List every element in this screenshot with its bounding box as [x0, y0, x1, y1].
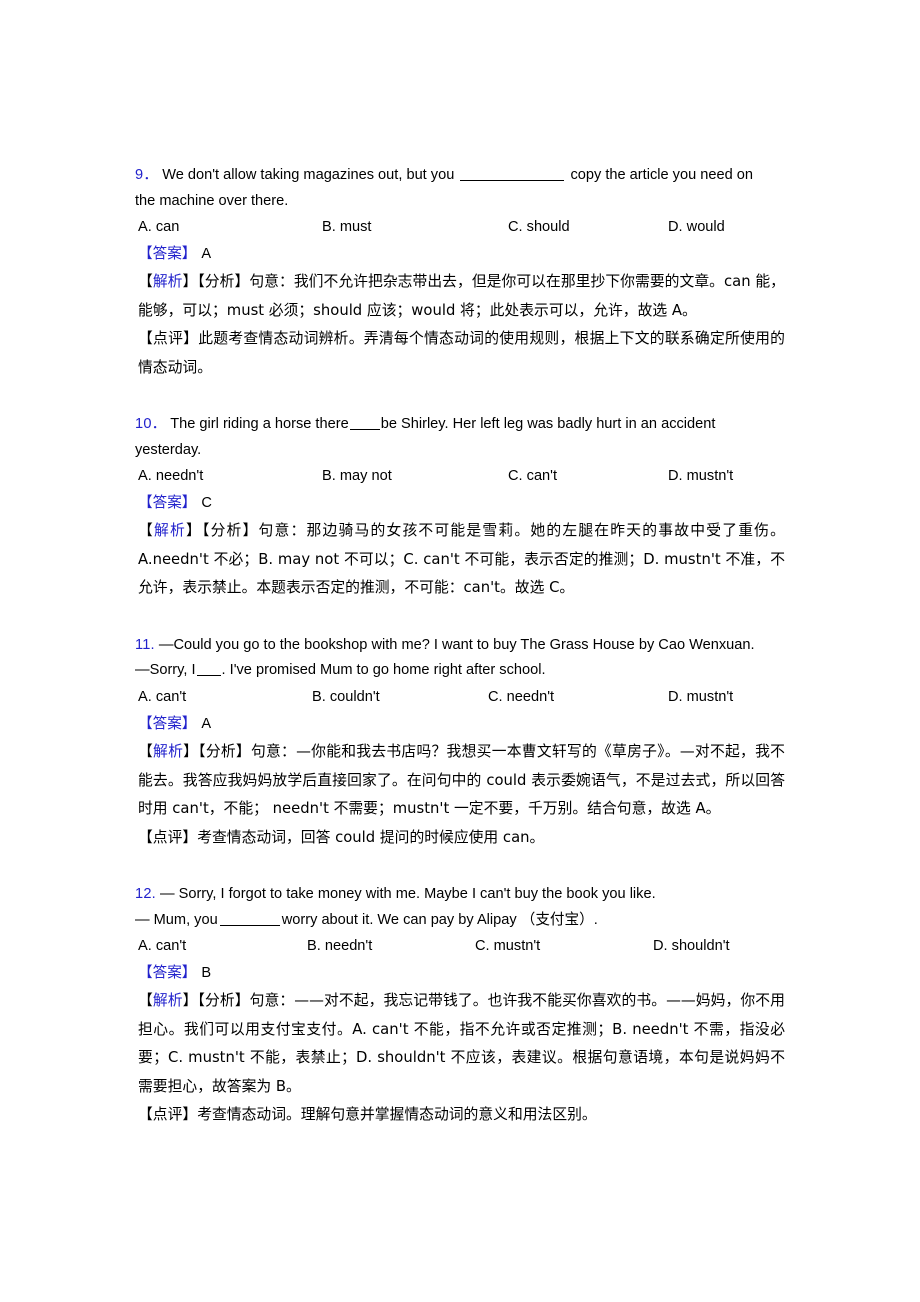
comment-text-12: 考查情态动词。理解句意并掌握情态动词的意义和用法区别。	[197, 1106, 597, 1124]
question-stem-text-9b: copy the article you need on	[570, 167, 753, 183]
question-stem-line2-12: — Mum, you worry about it. We can pay by …	[135, 908, 785, 934]
option-12-b[interactable]: B. needn't	[307, 933, 372, 959]
question-number-12: 12.	[135, 886, 156, 903]
analysis-bracket-close-12: 】	[182, 992, 198, 1010]
analysis-tag-10: 解析	[154, 522, 186, 540]
option-9-c[interactable]: C. should	[508, 214, 570, 240]
option-9-b[interactable]: B. must	[322, 214, 371, 240]
analysis-bracket-open-12: 【	[138, 992, 153, 1010]
comment-text-9: 此题考查情态动词辨析。弄清每个情态动词的使用规则，根据上下文的联系确定所使用的情…	[138, 330, 785, 376]
question-stem-text-12a: — Sorry, I forgot to take money with me.…	[159, 886, 656, 903]
analysis-tag-12: 解析	[152, 992, 183, 1010]
comment-11: 【点评】考查情态动词，回答 could 提问的时候应使用 can。	[135, 824, 785, 853]
option-11-c[interactable]: C. needn't	[488, 684, 554, 710]
option-12-a[interactable]: A. can't	[138, 933, 186, 959]
answer-line-11: 【答案】 A	[135, 710, 785, 738]
question-stem-line2-11: —Sorry, I . I've promised Mum to go home …	[135, 658, 785, 684]
question-block-10: 10． The girl riding a horse there be Shir…	[135, 412, 785, 603]
question-block-9: 9． We don't allow taking magazines out, …	[135, 163, 785, 382]
options-row-10: A. needn't B. may not C. can't D. mustn'…	[135, 463, 785, 489]
analysis-11: 【解析】【分析】句意：—你能和我去书店吗？我想买一本曹文轩写的《草房子》。—对不…	[135, 738, 785, 824]
answer-blank-9[interactable]	[460, 180, 565, 181]
fenxi-tag-10: 【分析】	[201, 522, 259, 540]
question-stem-text-10a: The girl riding a horse there	[170, 416, 349, 433]
answer-value-11: A	[201, 716, 212, 733]
answer-line-9: 【答案】 A	[135, 240, 785, 268]
option-10-c[interactable]: C. can't	[508, 463, 557, 489]
answer-value-12: B	[201, 965, 212, 982]
option-10-a[interactable]: A. needn't	[138, 463, 203, 489]
question-stem-text-12c: worry about it. We can pay by Alipay （支付…	[281, 911, 598, 928]
options-row-12: A. can't B. needn't C. mustn't D. should…	[135, 933, 785, 959]
comment-text-11: 考查情态动词，回答 could 提问的时候应使用 can。	[197, 828, 545, 846]
comment-tag-9: 【点评】	[138, 330, 199, 348]
question-stem-text-11a: —Could you go to the bookshop with me? I…	[158, 636, 755, 653]
question-stem-text-10c: yesterday.	[135, 441, 202, 458]
question-stem-11: 11. —Could you go to the bookshop with m…	[135, 633, 785, 684]
analysis-bracket-close-10: 】	[185, 522, 202, 540]
comment-12: 【点评】考查情态动词。理解句意并掌握情态动词的意义和用法区别。	[135, 1101, 785, 1130]
question-stem-12: 12. — Sorry, I forgot to take money with…	[135, 882, 785, 933]
analysis-tag-11: 解析	[153, 743, 184, 761]
answer-blank-10[interactable]	[349, 429, 380, 431]
answer-blank-11[interactable]	[196, 675, 221, 677]
answer-tag-12: 【答案】	[138, 964, 197, 982]
answer-line-12: 【答案】 B	[135, 959, 785, 987]
answer-blank-12[interactable]	[219, 924, 280, 926]
fenxi-tag-9: 【分析】	[197, 273, 250, 291]
option-10-d[interactable]: D. mustn't	[668, 463, 733, 489]
comment-tag-11: 【点评】	[138, 828, 198, 846]
answer-tag-9: 【答案】	[138, 245, 197, 263]
option-12-d[interactable]: D. shouldn't	[653, 933, 730, 959]
analysis-bracket-close-11: 】	[183, 743, 199, 761]
option-9-d[interactable]: D. would	[668, 214, 725, 240]
option-12-c[interactable]: C. mustn't	[475, 933, 540, 959]
analysis-12: 【解析】【分析】句意：——对不起，我忘记带钱了。也许我不能买你喜欢的书。——妈妈…	[135, 987, 785, 1101]
answer-value-10: C	[201, 495, 212, 512]
question-stem-text-9a: We don't allow taking magazines out, but…	[162, 167, 455, 183]
analysis-bracket-open-11: 【	[138, 743, 154, 761]
question-number-9: 9．	[135, 167, 159, 183]
answer-tag-10: 【答案】	[138, 494, 197, 512]
options-row-11: A. can't B. couldn't C. needn't D. mustn…	[135, 684, 785, 710]
option-11-a[interactable]: A. can't	[138, 684, 186, 710]
analysis-9: 【解析】【分析】句意：我们不允许把杂志带出去，但是你可以在那里抄下你需要的文章。…	[135, 268, 785, 325]
answer-tag-11: 【答案】	[138, 715, 197, 733]
document-page: 9． We don't allow taking magazines out, …	[0, 0, 920, 1302]
fenxi-tag-12: 【分析】	[197, 992, 250, 1010]
comment-tag-12: 【点评】	[138, 1106, 198, 1124]
question-stem-text-10b: be Shirley. Her left leg was badly hurt …	[380, 416, 716, 433]
question-stem-10: 10． The girl riding a horse there be Shir…	[135, 412, 785, 463]
option-11-b[interactable]: B. couldn't	[312, 684, 380, 710]
option-10-b[interactable]: B. may not	[322, 463, 392, 489]
comment-9: 【点评】此题考查情态动词辨析。弄清每个情态动词的使用规则，根据上下文的联系确定所…	[135, 325, 785, 382]
question-block-11: 11. —Could you go to the bookshop with m…	[135, 633, 785, 852]
analysis-tag-9: 解析	[152, 273, 183, 291]
question-stem-text-11c: . I've promised Mum to go home right aft…	[221, 662, 546, 679]
answer-line-10: 【答案】 C	[135, 489, 785, 517]
question-number-11: 11.	[135, 636, 155, 653]
question-stem-text-11b: —Sorry, I	[135, 662, 196, 679]
analysis-10: 【解析】【分析】句意：那边骑马的女孩不可能是雪莉。她的左腿在昨天的事故中受了重伤…	[135, 517, 785, 603]
analysis-bracket-open-9: 【	[138, 273, 153, 291]
question-stem-9: 9． We don't allow taking magazines out, …	[135, 163, 785, 214]
option-11-d[interactable]: D. mustn't	[668, 684, 733, 710]
analysis-bracket-close-9: 】	[182, 273, 198, 291]
analysis-bracket-open-10: 【	[138, 522, 154, 540]
question-stem-text-12b: — Mum, you	[135, 911, 218, 928]
question-number-10: 10．	[135, 416, 167, 433]
option-9-a[interactable]: A. can	[138, 214, 179, 240]
exercise-content: 9． We don't allow taking magazines out, …	[135, 163, 785, 1160]
question-block-12: 12. — Sorry, I forgot to take money with…	[135, 882, 785, 1130]
fenxi-tag-11: 【分析】	[198, 743, 251, 761]
answer-value-9: A	[201, 246, 212, 263]
question-stem-text-9c: the machine over there.	[135, 192, 289, 209]
options-row-9: A. can B. must C. should D. would	[135, 214, 785, 240]
